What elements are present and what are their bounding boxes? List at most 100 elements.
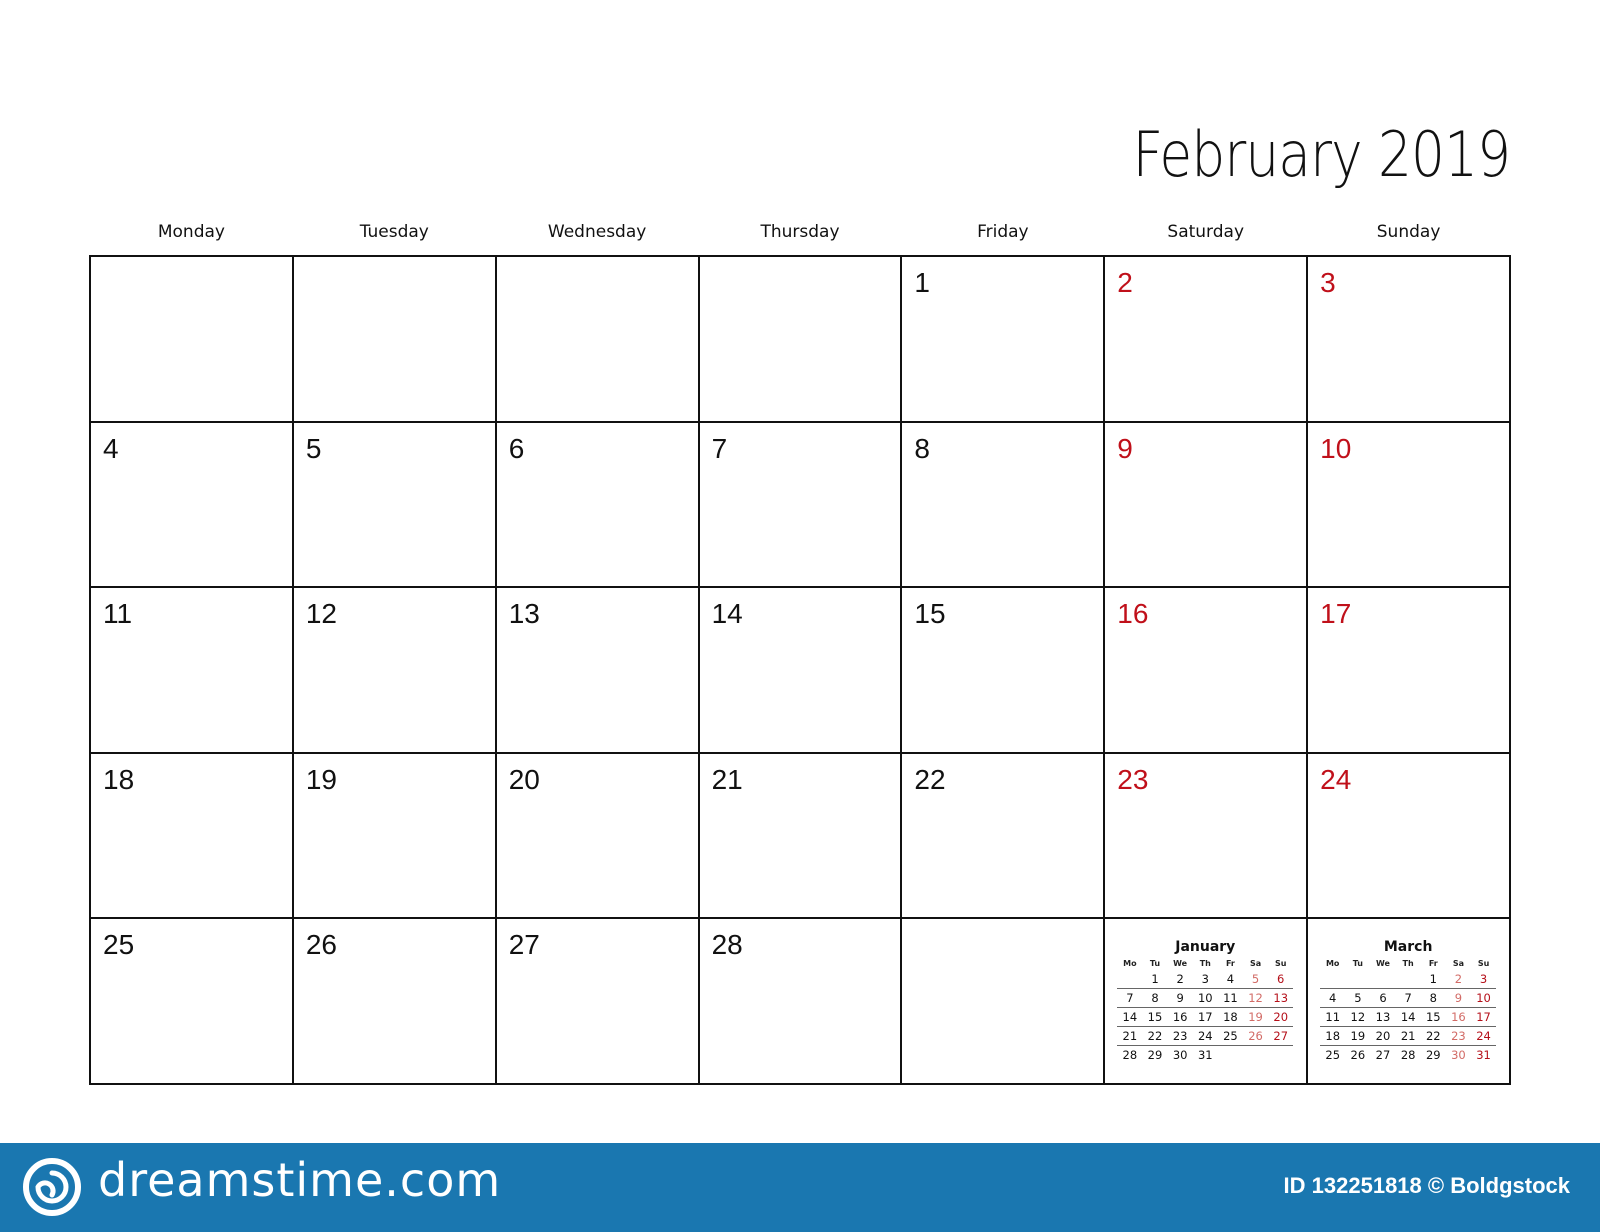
mini-calendar-week: 11 12 13 14 15 16 17	[1320, 1008, 1497, 1028]
weekday-label: Sunday	[1376, 222, 1441, 242]
day-number: 6	[508, 432, 525, 464]
mini-weekday-label: Tu	[1352, 959, 1363, 969]
mini-day-number: 17	[1197, 1010, 1213, 1025]
calendar-title: February 2019	[1132, 118, 1511, 191]
mini-weekday-label: We	[1173, 959, 1188, 969]
day-number: 27	[508, 929, 540, 961]
day-cell: 1	[902, 257, 1106, 423]
mini-day-number: 10	[1476, 991, 1491, 1006]
mini-day-number: 23	[1451, 1029, 1466, 1044]
mini-day-number: 24	[1197, 1029, 1213, 1044]
mini-weekday-label: Fr	[1428, 959, 1438, 969]
day-number: 5	[305, 432, 322, 464]
mini-day-number: 21	[1122, 1029, 1138, 1044]
mini-day-number	[1345, 970, 1370, 988]
mini-weekday-label: Mo	[1325, 959, 1340, 969]
mini-day-number: 7	[1404, 991, 1412, 1006]
day-cell: 14	[699, 588, 903, 754]
mini-day-number: 3	[1479, 972, 1488, 987]
mini-day-number: 19	[1248, 1010, 1263, 1025]
day-number: 1	[914, 267, 930, 298]
day-cell: 4	[91, 422, 294, 589]
month-grid: 1 2 3 4 5 6 7 8 9 10 11 12 13 14 15 16 17 18 19 20 21 22 23 24 2…	[89, 255, 1511, 1085]
mini-day-number: 9	[1454, 991, 1463, 1006]
mini-day-number: 1	[1151, 972, 1159, 987]
day-number: 20	[508, 763, 540, 795]
mini-day-number: 11	[1325, 1010, 1341, 1025]
mini-weekday-label: Sa	[1249, 959, 1262, 969]
mini-day-number	[1370, 970, 1395, 988]
mini-day-number: 31	[1197, 1048, 1213, 1063]
day-cell: 11	[91, 588, 294, 754]
mini-day-number: 20	[1375, 1029, 1391, 1044]
day-number: 4	[103, 432, 119, 464]
day-number: 16	[1117, 598, 1149, 630]
mini-day-number: 12	[1350, 1010, 1366, 1025]
mini-day-number: 15	[1425, 1010, 1441, 1025]
mini-day-number: 4	[1329, 991, 1337, 1006]
mini-day-number: 4	[1226, 972, 1235, 987]
mini-day-number: 22	[1147, 1029, 1163, 1044]
day-number: 26	[305, 929, 337, 961]
mini-weekday-label: Tu	[1149, 959, 1161, 969]
mini-day-number: 6	[1379, 991, 1387, 1006]
weekday-label: Saturday	[1167, 222, 1245, 242]
day-number: 8	[914, 432, 930, 464]
mini-weekday-label: We	[1376, 959, 1390, 969]
mini-day-number: 27	[1273, 1029, 1289, 1044]
weekday-label: Monday	[157, 222, 225, 242]
weekday-label: Tuesday	[359, 222, 429, 242]
mini-weekday-label: Th	[1199, 959, 1211, 969]
mini-day-number: 26	[1248, 1029, 1263, 1044]
mini-calendar-week: 1 2 3	[1320, 970, 1497, 990]
empty-cell: January Mo Tu We Th Fr Sa Su 1 2 3 4 5 6 7 8 9 10 11 12 13 14…	[1105, 919, 1309, 1085]
mini-day-number: 25	[1223, 1029, 1238, 1044]
mini-day-number: 29	[1425, 1048, 1441, 1063]
day-number: 9	[1117, 432, 1133, 464]
day-number: 15	[914, 598, 946, 630]
mini-calendar-header: Mo Tu We Th Fr Sa Su	[1117, 958, 1293, 970]
day-number: 10	[1320, 432, 1352, 464]
day-cell: 9	[1105, 422, 1309, 589]
day-number: 13	[508, 598, 540, 630]
day-cell: 22	[902, 753, 1106, 920]
mini-day-number: 8	[1429, 991, 1437, 1006]
day-cell: 13	[496, 588, 700, 754]
mini-day-number: 12	[1248, 991, 1263, 1006]
day-cell: 7	[699, 422, 903, 589]
mini-calendar-week: 18 19 20 21 22 23 24	[1320, 1027, 1497, 1047]
mini-day-number: 29	[1147, 1048, 1163, 1063]
day-number: 18	[103, 763, 135, 795]
weekday-label: Wednesday	[547, 222, 647, 242]
mini-weekday-label: Su	[1274, 959, 1287, 969]
mini-day-number: 30	[1172, 1048, 1188, 1063]
day-cell: 8	[902, 422, 1106, 589]
mini-day-number: 28	[1122, 1048, 1138, 1063]
footer-banner: dreamstime.com ID 132251818 © Boldgstock	[0, 1143, 1600, 1232]
mini-day-number: 11	[1223, 991, 1238, 1006]
day-cell: 21	[699, 753, 903, 920]
mini-day-number	[1320, 970, 1345, 988]
mini-day-number	[1268, 1046, 1293, 1064]
empty-cell	[91, 257, 294, 423]
mini-day-number: 18	[1325, 1029, 1341, 1044]
mini-day-number: 16	[1451, 1010, 1466, 1025]
day-number: 23	[1117, 763, 1149, 795]
mini-calendar-week: 1 2 3 4 5 6	[1117, 970, 1294, 990]
day-cell: 18	[91, 753, 294, 920]
day-cell: 26	[293, 919, 497, 1085]
mini-calendar-title: January	[1175, 939, 1236, 956]
mini-weekday-label: Su	[1477, 959, 1490, 969]
day-cell: 19	[293, 753, 497, 920]
mini-day-number: 16	[1172, 1010, 1188, 1025]
mini-weekday-label: Th	[1402, 959, 1414, 969]
day-number: 24	[1320, 763, 1352, 795]
day-number: 7	[711, 432, 728, 464]
day-number: 25	[103, 929, 135, 961]
mini-calendar-header: Mo Tu We Th Fr Sa Su	[1320, 958, 1496, 970]
day-cell: 28	[699, 919, 903, 1085]
mini-day-number	[1243, 1046, 1268, 1064]
mini-day-number: 22	[1425, 1029, 1441, 1044]
mini-day-number: 3	[1201, 972, 1209, 987]
spiral-logo-icon	[23, 1158, 81, 1216]
